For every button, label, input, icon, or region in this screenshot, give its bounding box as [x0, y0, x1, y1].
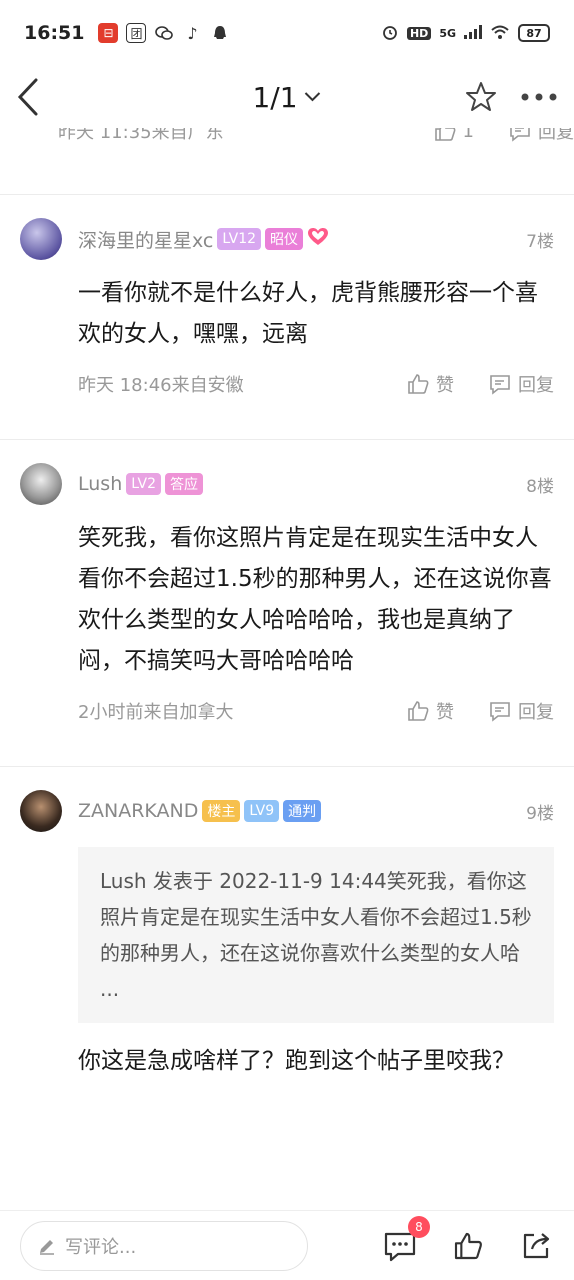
- floor-number: 7楼: [526, 231, 554, 252]
- status-right: HD 5G 87: [381, 23, 550, 44]
- post-header: 深海里的星星xc LV12 昭仪 7楼: [20, 217, 554, 261]
- comment-count-badge: 8: [408, 1215, 430, 1238]
- post-meta: 2小时前来自加拿大 赞 回复: [78, 682, 554, 740]
- prev-post-time: 昨天 11:35来自广东: [58, 128, 224, 143]
- comments-button[interactable]: 8: [382, 1215, 430, 1264]
- page-selector[interactable]: 1/1: [252, 81, 321, 114]
- qq-icon: [210, 23, 231, 43]
- comment-icon: [490, 702, 510, 722]
- page-indicator: 1/1: [252, 80, 298, 114]
- like-label: 赞: [436, 375, 454, 396]
- title-badge: 通判: [283, 800, 322, 822]
- status-time: 16:51: [24, 22, 85, 44]
- username[interactable]: Lush: [78, 473, 122, 495]
- thumbs-up-icon: [408, 374, 429, 394]
- title-badge: 答应: [164, 473, 203, 495]
- network-label: 5G: [439, 26, 456, 40]
- post-meta: 昨天 18:46来自安徽 赞 回复: [78, 355, 554, 413]
- comment-icon: [510, 128, 530, 142]
- post-floor-9: ZANARKAND 楼主 LV9 通判 9楼 Lush 发表于 2022-11-…: [0, 767, 574, 1082]
- thumbs-up-icon: [454, 1232, 482, 1259]
- reply-label: 回复: [518, 702, 554, 723]
- post-time-location: 昨天 18:46来自安徽: [78, 375, 244, 396]
- star-icon[interactable]: [464, 80, 498, 114]
- comment-icon: [490, 375, 510, 395]
- avatar[interactable]: [20, 463, 62, 505]
- avatar[interactable]: [20, 218, 62, 260]
- username[interactable]: ZANARKAND: [78, 800, 198, 822]
- news-app-icon: ⊟: [98, 23, 119, 43]
- post-content: 你这是急成啥样了？跑到这个帖子里咬我？: [78, 1048, 515, 1074]
- prev-reply-button[interactable]: 回复: [508, 128, 574, 144]
- signal-icon: [464, 24, 482, 42]
- share-icon: [523, 1232, 550, 1258]
- reply-button[interactable]: 回复: [488, 698, 554, 724]
- quoted-reply[interactable]: Lush 发表于 2022-11-9 14:44笑死我，看你这照片肯定是在现实生…: [78, 847, 554, 1023]
- heart-badge-icon: [307, 227, 329, 251]
- level-badge: LV2: [126, 473, 161, 495]
- title-badge: 昭仪: [265, 228, 304, 250]
- floor-number: 9楼: [526, 803, 554, 824]
- username[interactable]: 深海里的星星xc: [78, 226, 213, 253]
- top-nav: 1/1: [0, 66, 574, 128]
- nav-actions: [464, 80, 558, 114]
- prev-like-count: 1: [462, 128, 474, 142]
- battery-indicator: 87: [518, 24, 550, 42]
- post-time-location: 2小时前来自加拿大: [78, 702, 234, 723]
- like-button[interactable]: 赞: [406, 371, 454, 397]
- tuan-app-icon: 团: [126, 23, 147, 43]
- reply-label: 回复: [518, 375, 554, 396]
- post-header: ZANARKAND 楼主 LV9 通判 9楼: [20, 789, 554, 833]
- post-header: Lush LV2 答应 8楼: [20, 462, 554, 506]
- tiktok-icon: ♪: [182, 23, 203, 43]
- status-bar: 16:51 ⊟ 团 ♪ HD 5G 87: [0, 0, 574, 66]
- chevron-down-icon: [304, 92, 321, 102]
- bottom-bar: 写评论... 8: [0, 1210, 574, 1280]
- post-floor-8: Lush LV2 答应 8楼 笑死我，看你这照片肯定是在现实生活中女人看你不会超…: [0, 440, 574, 766]
- avatar[interactable]: [20, 790, 62, 832]
- thread-content: 昨天 11:35来自广东 1 回复 深海里的星星xc LV12 昭仪 7楼 一看…: [0, 128, 574, 1210]
- comment-placeholder: 写评论...: [65, 1236, 137, 1258]
- pencil-icon: [40, 1239, 54, 1255]
- prev-post-meta: 昨天 11:35来自广东 1 回复: [58, 128, 574, 160]
- level-badge: LV12: [217, 228, 262, 250]
- like-label: 赞: [436, 702, 454, 723]
- post-floor-7: 深海里的星星xc LV12 昭仪 7楼 一看你就不是什么好人，虎背熊腰形容一个喜…: [0, 195, 574, 439]
- owner-badge: 楼主: [202, 800, 241, 822]
- reply-button[interactable]: 回复: [488, 371, 554, 397]
- floor-number: 8楼: [526, 476, 554, 497]
- wechat-icon: [154, 23, 175, 43]
- level-badge: LV9: [244, 800, 280, 822]
- share-button[interactable]: [518, 1228, 554, 1264]
- like-button[interactable]: 赞: [406, 698, 454, 724]
- thumbs-up-icon: [434, 128, 455, 141]
- thumbs-up-icon: [408, 701, 429, 721]
- alarm-icon: [381, 23, 399, 44]
- post-content: 笑死我，看你这照片肯定是在现实生活中女人看你不会超过1.5秒的那种男人，还在这说…: [78, 525, 552, 674]
- wifi-icon: [490, 24, 510, 43]
- prev-like-button[interactable]: 1: [433, 128, 474, 143]
- prev-reply-label: 回复: [538, 128, 574, 143]
- comment-input[interactable]: 写评论...: [20, 1220, 308, 1271]
- status-app-icons: ⊟ 团 ♪: [98, 23, 231, 43]
- bottom-actions: 8: [382, 1215, 554, 1264]
- like-thread-button[interactable]: [450, 1228, 486, 1264]
- back-arrow-icon: [17, 78, 38, 116]
- more-icon[interactable]: [520, 92, 558, 102]
- back-button[interactable]: [16, 77, 56, 117]
- hd-icon: HD: [406, 26, 432, 40]
- post-content: 一看你就不是什么好人，虎背熊腰形容一个喜欢的女人，嘿嘿，远离: [78, 280, 538, 347]
